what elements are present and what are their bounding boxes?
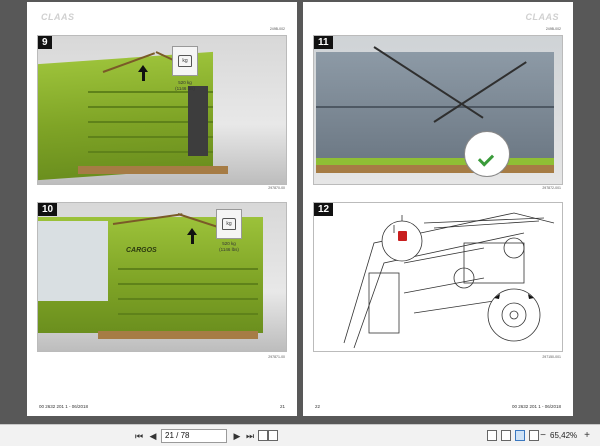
weight-label: 520 kg (1146 lbs) bbox=[175, 80, 195, 91]
page-right: CLAAS 11 249B-002 297872-001 12 297150-0… bbox=[303, 2, 573, 416]
weight-icon: kg bbox=[172, 46, 198, 76]
continuous-view-icon[interactable] bbox=[501, 430, 511, 441]
figure-9: 9 kg 520 kg (1146 lbs) bbox=[37, 35, 287, 185]
wagon-panel bbox=[188, 86, 208, 156]
wagon-window bbox=[38, 221, 108, 301]
page-number: 22 bbox=[315, 404, 321, 409]
zoom-in-icon[interactable]: + bbox=[582, 429, 592, 443]
document-number: 00 2632 201 1 - 06/2018 bbox=[39, 404, 89, 409]
page-number-input[interactable]: 21 / 78 bbox=[161, 429, 227, 443]
wagon-rib bbox=[118, 283, 258, 285]
lift-arrow-stem bbox=[191, 235, 194, 244]
figure-number: 11 bbox=[314, 36, 333, 49]
next-page-icon[interactable]: ▶ bbox=[232, 429, 242, 443]
figure-code: 297870-00 bbox=[268, 186, 285, 190]
wooden-pallet bbox=[98, 331, 258, 339]
copy-page-icon[interactable] bbox=[258, 430, 268, 441]
mechanical-line-drawing bbox=[343, 212, 555, 349]
single-page-view-icon[interactable] bbox=[487, 430, 497, 441]
wagon-rib bbox=[118, 268, 258, 270]
figure-code: 297150-001 bbox=[542, 355, 561, 359]
two-page-view-icon[interactable] bbox=[515, 430, 525, 441]
figure-10: 10 CARGOS kg 520 kg (1146 lbs) bbox=[37, 202, 287, 352]
figure-code: 297871-00 bbox=[268, 355, 285, 359]
prev-page-icon[interactable]: ◀ bbox=[148, 429, 158, 443]
detail-circle-bottom bbox=[487, 288, 541, 342]
figure-number: 10 bbox=[38, 203, 58, 216]
figure-number: 12 bbox=[314, 203, 334, 216]
skip-first-icon[interactable]: ⏮ bbox=[133, 429, 145, 443]
red-plug-icon bbox=[398, 231, 407, 241]
frame-rail bbox=[316, 106, 554, 108]
figure-11: 11 bbox=[313, 35, 563, 185]
paste-page-icon[interactable] bbox=[268, 430, 278, 441]
viewer-toolbar: ⏮ ◀ 21 / 78 ▶ ⏭ 65,42% + − bbox=[0, 424, 600, 446]
claas-logo: CLAAS bbox=[525, 12, 559, 22]
figure-code: 249B-002 bbox=[545, 27, 561, 31]
page-number: 21 bbox=[279, 404, 285, 409]
zoom-level[interactable]: 65,42% bbox=[550, 429, 577, 443]
wagon-rib bbox=[118, 313, 258, 315]
wooden-pallet bbox=[316, 165, 554, 173]
wagon-rib bbox=[118, 298, 258, 300]
skip-last-icon[interactable]: ⏭ bbox=[244, 429, 256, 443]
detail-callout bbox=[464, 131, 510, 177]
zoom-out-icon[interactable]: − bbox=[538, 429, 548, 443]
lift-arrow-icon bbox=[187, 228, 197, 235]
figure-12: 12 bbox=[313, 202, 563, 352]
weight-label: 520 kg (1146 lbs) bbox=[219, 241, 239, 252]
wooden-pallet bbox=[78, 166, 228, 174]
frame-base bbox=[316, 158, 554, 165]
lift-arrow-icon bbox=[138, 65, 148, 72]
weight-icon: kg bbox=[216, 209, 242, 239]
claas-logo: CLAAS bbox=[41, 12, 75, 22]
figure-number: 9 bbox=[38, 36, 52, 49]
figure-code: 297872-001 bbox=[542, 186, 561, 190]
cargos-brand-text: CARGOS bbox=[126, 247, 157, 254]
checkmark-icon bbox=[477, 150, 495, 167]
figure-code: 249B-002 bbox=[269, 27, 285, 31]
page-left: CLAAS 9 kg 520 kg (1146 lbs) 249B-002 29… bbox=[27, 2, 297, 416]
lift-arrow-stem bbox=[142, 72, 145, 81]
document-viewport[interactable]: CLAAS 9 kg 520 kg (1146 lbs) 249B-002 29… bbox=[0, 0, 600, 424]
document-number: 00 2632 201 1 - 06/2018 bbox=[511, 404, 561, 409]
